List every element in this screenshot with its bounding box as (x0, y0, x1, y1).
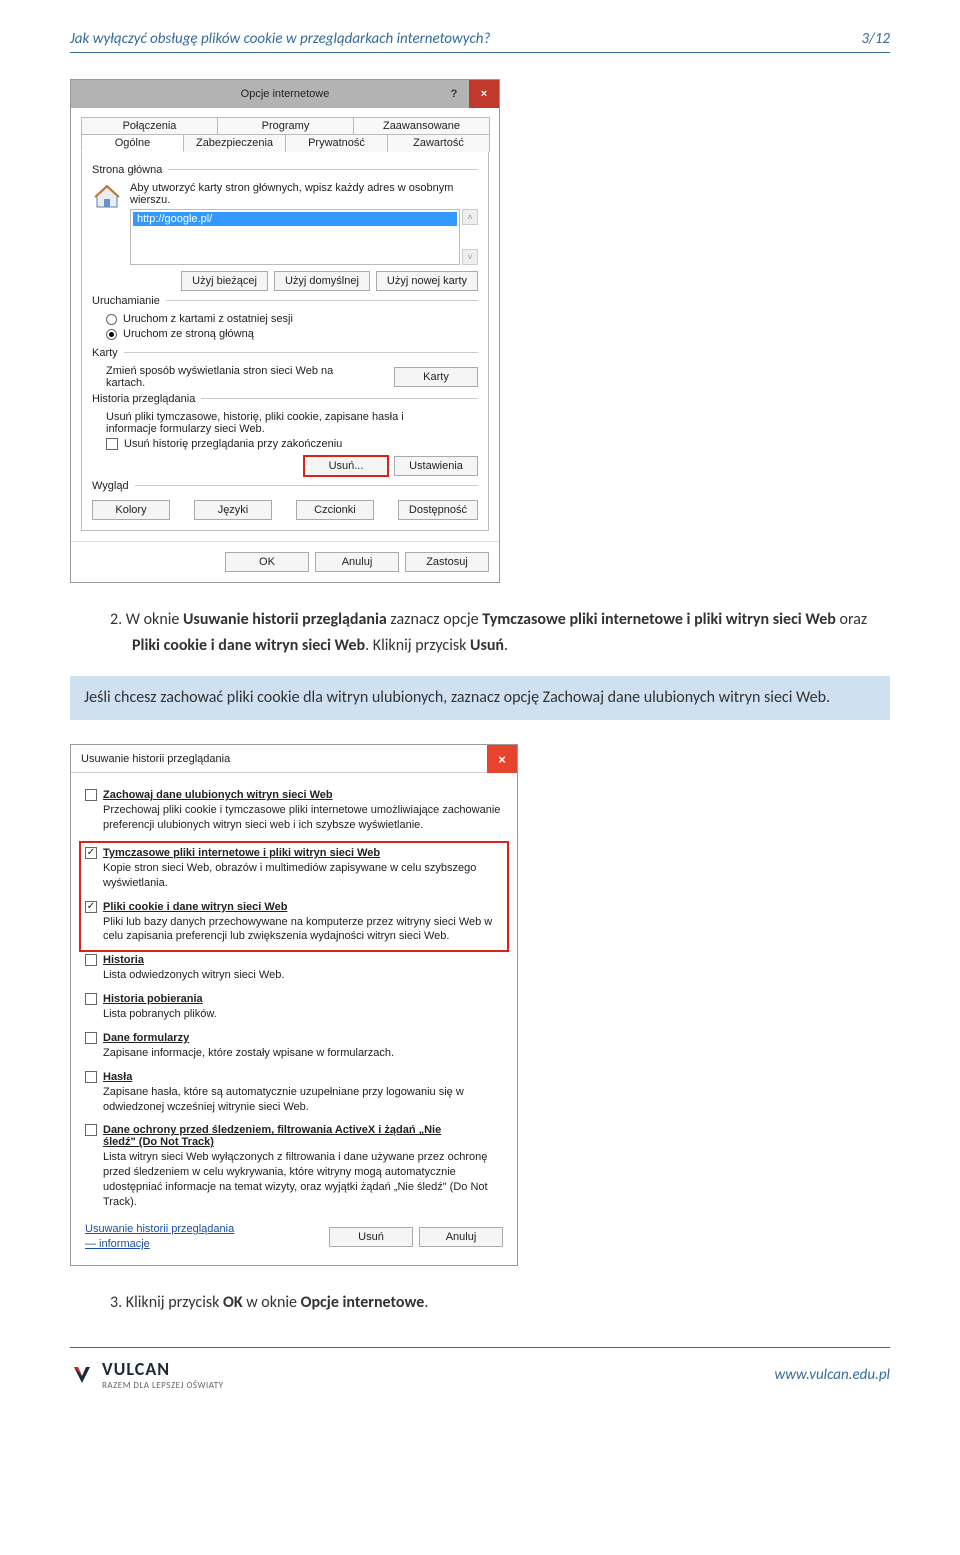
logo-brand: VULCAN (102, 1358, 224, 1380)
dh-section-dnt: Dane ochrony przed śledzeniem, filtrowan… (85, 1124, 503, 1209)
cards-button[interactable]: Karty (394, 367, 478, 387)
cancel-button[interactable]: Anuluj (315, 552, 399, 572)
home-icon (92, 182, 122, 210)
home-label: Strona główna (92, 164, 162, 176)
help-button[interactable]: ? (439, 80, 469, 108)
hint-box: Jeśli chcesz zachować pliki cookie dla w… (70, 676, 890, 720)
io-tabs: Połączenia Programy Zaawansowane Ogólne … (81, 117, 489, 152)
dh-section-downloads: Historia pobierania Lista pobranych plik… (85, 993, 503, 1022)
ok-button[interactable]: OK (225, 552, 309, 572)
tab-security[interactable]: Zabezpieczenia (183, 134, 286, 152)
home-address-text: http://google.pl/ (133, 212, 457, 226)
vulcan-logo: VULCAN RAZEM DLA LEPSZEJ OŚWIATY (70, 1358, 224, 1391)
dh-cancel-button[interactable]: Anuluj (419, 1227, 503, 1247)
page-footer: VULCAN RAZEM DLA LEPSZEJ OŚWIATY www.vul… (70, 1347, 890, 1391)
dh-chk-temp[interactable]: Tymczasowe pliki internetowe i pliki wit… (85, 847, 503, 859)
history-label: Historia przeglądania (92, 393, 195, 405)
dh-title: Usuwanie historii przeglądania (81, 753, 230, 765)
internet-options-dialog: Opcje internetowe ? × Połączenia Program… (70, 79, 500, 583)
startup-opt1: Uruchom z kartami z ostatniej sesji (123, 313, 293, 325)
tab-programs[interactable]: Programy (217, 117, 354, 134)
dh-section-passwords: Hasła Zapisane hasła, które są automatyc… (85, 1071, 503, 1115)
dh-section-cookies: Pliki cookie i dane witryn sieci Web Pli… (85, 901, 503, 945)
page-header: Jak wyłączyć obsługę plików cookie w prz… (70, 30, 890, 53)
startup-radio-2[interactable]: Uruchom ze stroną główną (106, 328, 478, 340)
dh-section-favourites: Zachowaj dane ulubionych witryn sieci We… (85, 789, 503, 833)
dh-info-link-2[interactable]: — informacje (85, 1237, 234, 1252)
startup-label: Uruchamianie (92, 295, 160, 307)
accessibility-button[interactable]: Dostępność (398, 500, 478, 520)
use-default-button[interactable]: Użyj domyślnej (274, 271, 370, 291)
look-label: Wygląd (92, 480, 129, 492)
header-title: Jak wyłączyć obsługę plików cookie w prz… (70, 30, 490, 48)
io-title: Opcje internetowe (241, 88, 330, 100)
io-footer: OK Anuluj Zastosuj (71, 541, 499, 582)
history-chk-label: Usuń historię przeglądania przy zakończe… (124, 438, 342, 450)
tab-privacy[interactable]: Prywatność (285, 134, 388, 152)
tab-general[interactable]: Ogólne (81, 134, 184, 152)
tab-advanced[interactable]: Zaawansowane (353, 117, 490, 134)
dh-chk-dnt[interactable]: Dane ochrony przed śledzeniem, filtrowan… (85, 1124, 503, 1148)
scroll-up-button[interactable]: ˄ (462, 209, 478, 225)
use-current-button[interactable]: Użyj bieżącej (181, 271, 268, 291)
dh-close-button[interactable]: × (487, 745, 517, 773)
logo-tagline: RAZEM DLA LEPSZEJ OŚWIATY (102, 1380, 224, 1391)
fonts-button[interactable]: Czcionki (296, 500, 374, 520)
history-checkbox[interactable]: Usuń historię przeglądania przy zakończe… (106, 438, 478, 450)
dh-chk-passwords[interactable]: Hasła (85, 1071, 503, 1083)
colors-button[interactable]: Kolory (92, 500, 170, 520)
apply-button[interactable]: Zastosuj (405, 552, 489, 572)
cards-label: Karty (92, 347, 118, 359)
dh-chk-downloads[interactable]: Historia pobierania (85, 993, 503, 1005)
io-titlebar: Opcje internetowe ? × (71, 80, 499, 108)
tab-connections[interactable]: Połączenia (81, 117, 218, 134)
languages-button[interactable]: Języki (194, 500, 272, 520)
settings-button[interactable]: Ustawienia (394, 456, 478, 476)
dh-chk-formdata[interactable]: Dane formularzy (85, 1032, 503, 1044)
dh-info-link-1[interactable]: Usuwanie historii przeglądania (85, 1222, 234, 1237)
dh-titlebar: Usuwanie historii przeglądania × (71, 745, 517, 773)
header-page: 3/12 (861, 30, 890, 48)
dh-chk-cookies[interactable]: Pliki cookie i dane witryn sieci Web (85, 901, 503, 913)
delete-history-dialog: Usuwanie historii przeglądania × Zachowa… (70, 744, 518, 1265)
cards-text: Zmień sposób wyświetlania stron sieci We… (106, 365, 346, 389)
dh-chk-favourites[interactable]: Zachowaj dane ulubionych witryn sieci We… (85, 789, 503, 801)
dh-section-formdata: Dane formularzy Zapisane informacje, któ… (85, 1032, 503, 1061)
home-hint: Aby utworzyć karty stron głównych, wpisz… (130, 182, 478, 206)
instruction-3: 3. Kliknij przycisk OK w oknie Opcje int… (110, 1290, 890, 1316)
delete-button[interactable]: Usuń... (304, 456, 388, 476)
startup-radio-1[interactable]: Uruchom z kartami z ostatniej sesji (106, 313, 478, 325)
startup-opt2: Uruchom ze stroną główną (123, 328, 254, 340)
home-address-input[interactable]: http://google.pl/ (130, 209, 460, 265)
tab-content[interactable]: Zawartość (387, 134, 490, 152)
dh-delete-button[interactable]: Usuń (329, 1227, 413, 1247)
use-newtab-button[interactable]: Użyj nowej karty (376, 271, 478, 291)
dh-section-temp: Tymczasowe pliki internetowe i pliki wit… (85, 847, 503, 891)
dh-section-history: Historia Lista odwiedzonych witryn sieci… (85, 954, 503, 983)
history-text: Usuń pliki tymczasowe, historię, pliki c… (106, 411, 426, 435)
instruction-2: 2. W oknie Usuwanie historii przeglądani… (110, 607, 890, 658)
close-button[interactable]: × (469, 80, 499, 108)
footer-url: www.vulcan.edu.pl (775, 1366, 890, 1384)
scroll-down-button[interactable]: ˅ (462, 249, 478, 265)
logo-icon (70, 1363, 94, 1387)
dh-redbox: Tymczasowe pliki internetowe i pliki wit… (81, 843, 507, 950)
dh-chk-history[interactable]: Historia (85, 954, 503, 966)
